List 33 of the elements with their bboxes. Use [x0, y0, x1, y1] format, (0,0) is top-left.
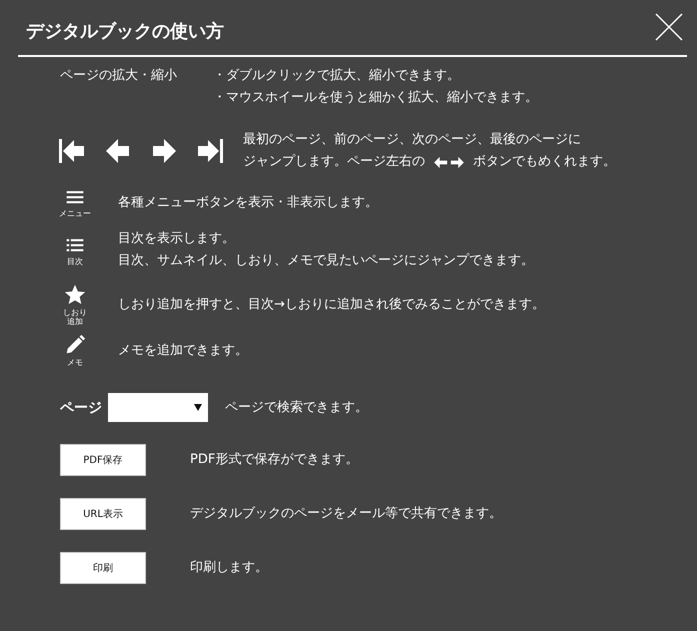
- description-text: 各種メニューボタンを表示・非表示します。: [118, 194, 378, 212]
- page-label: ページ: [60, 398, 102, 416]
- description-text: 最初のページ、前のページ、次のページ、最後のページに: [243, 131, 582, 149]
- description-text: ・マウスホイールを使うと細かく拡大、縮小できます。: [213, 89, 538, 107]
- description-text: 目次を表示します。: [118, 230, 236, 248]
- section-label: ページの拡大・縮小: [60, 67, 178, 85]
- caret-icon: [194, 404, 202, 411]
- description-text: 印刷します。: [190, 559, 268, 577]
- description-text: ・ダブルクリックで拡大、縮小できます。: [213, 67, 461, 85]
- description-text: しおり追加を押すと、目次→しおりに追加され後でみることができます。: [118, 296, 545, 314]
- description-text: ボタンでもめくれます。: [473, 153, 616, 171]
- icon-caption: 目次: [67, 256, 83, 266]
- action-button[interactable]: PDF保存: [60, 444, 146, 476]
- next-page-icon[interactable]: [150, 137, 178, 165]
- star-icon: [63, 284, 87, 306]
- pencil-icon: [64, 334, 86, 356]
- first-page-icon[interactable]: [58, 137, 86, 165]
- description-text: 目次、サムネイル、しおり、メモで見たいページにジャンプできます。: [118, 252, 534, 270]
- action-button[interactable]: 印刷: [60, 552, 146, 584]
- description-text: ページで検索できます。: [225, 398, 368, 416]
- previous-page-icon[interactable]: [104, 137, 132, 165]
- icon-caption: メモ: [67, 358, 83, 367]
- close-icon[interactable]: [655, 13, 683, 41]
- description-text: PDF形式で保存ができます。: [190, 451, 358, 469]
- action-button[interactable]: URL表示: [60, 498, 146, 530]
- last-page-icon[interactable]: [196, 137, 224, 165]
- icon-caption: しおり追加: [63, 308, 87, 326]
- description-text: ジャンプします。ページ左右の: [243, 153, 425, 171]
- window-title: デジタルブックの使い方: [26, 20, 224, 44]
- page-arrows-icon: [433, 156, 465, 168]
- description-text: デジタルブックのページをメール等で共有できます。: [190, 505, 502, 523]
- icon-caption: メニュー: [59, 209, 91, 218]
- description-text: メモを追加できます。: [118, 342, 248, 360]
